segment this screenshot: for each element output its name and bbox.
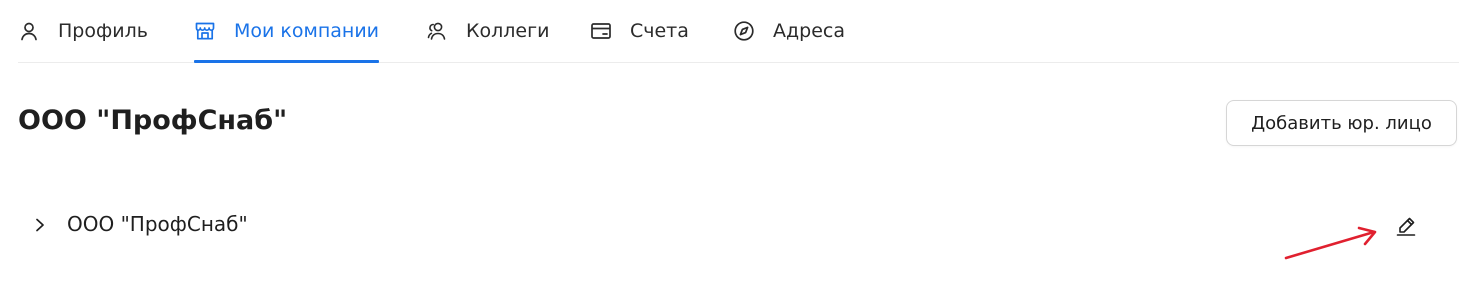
people-icon (426, 20, 448, 42)
tab-label: Профиль (58, 20, 148, 42)
compass-icon (733, 20, 755, 42)
tab-bar: Профиль Мои компании Коллеги Счета Адрес… (18, 0, 1459, 63)
page-title: ООО "ПрофСнаб" (18, 105, 288, 136)
tab-profile[interactable]: Профиль (18, 0, 148, 62)
company-name: ООО "ПрофСнаб" (67, 212, 248, 236)
tab-addresses[interactable]: Адреса (733, 0, 845, 62)
page: Профиль Мои компании Коллеги Счета Адрес… (0, 0, 1476, 296)
tab-label: Счета (630, 20, 689, 42)
add-legal-entity-button[interactable]: Добавить юр. лицо (1226, 100, 1457, 146)
person-icon (18, 20, 40, 42)
edit-pencil-icon[interactable] (1394, 214, 1418, 238)
chevron-right-icon[interactable] (30, 214, 50, 236)
card-icon (590, 20, 612, 42)
storefront-icon (194, 20, 216, 42)
tab-label: Коллеги (466, 20, 550, 42)
tab-label: Мои компании (234, 20, 380, 42)
tab-invoices[interactable]: Счета (590, 0, 689, 62)
company-list-item[interactable]: ООО "ПрофСнаб" (18, 200, 1438, 252)
tab-colleagues[interactable]: Коллеги (426, 0, 549, 62)
tab-my-companies[interactable]: Мои компании (194, 0, 380, 63)
tab-label: Адреса (773, 20, 845, 42)
